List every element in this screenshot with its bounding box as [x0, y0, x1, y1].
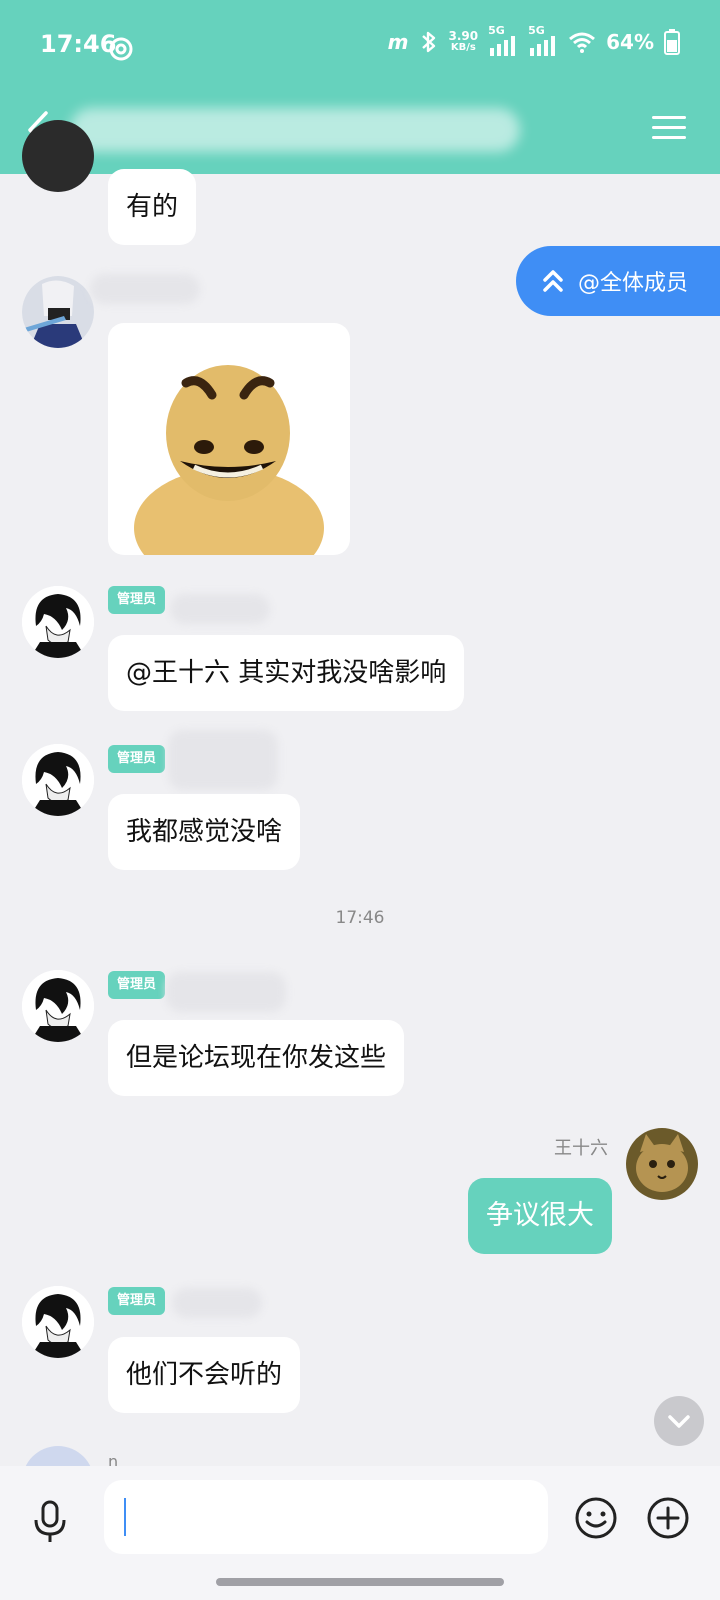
scroll-to-bottom-button[interactable]: [654, 1396, 704, 1446]
at-all-label: @全体成员: [578, 271, 689, 296]
plus-icon[interactable]: [646, 1496, 690, 1540]
menu-button[interactable]: [652, 109, 686, 146]
avatar-image: [626, 1128, 698, 1200]
message-bubble[interactable]: 但是论坛现在你发这些: [108, 1020, 405, 1096]
sticker-image[interactable]: [108, 323, 350, 555]
avatar[interactable]: [626, 1128, 698, 1200]
message-bubble[interactable]: 他们不会听的: [108, 1337, 301, 1413]
message-bubble[interactable]: 争议很大: [468, 1178, 612, 1254]
text-cursor: [124, 1498, 126, 1536]
double-chevron-up-icon: [543, 270, 563, 292]
avatar[interactable]: [22, 970, 94, 1042]
admin-badge: 管理员: [108, 586, 166, 614]
chat-title: [70, 108, 520, 152]
menu-line: [652, 126, 686, 129]
signal-1: 5G: [488, 24, 518, 56]
chevron-down-icon: [668, 1415, 690, 1428]
battery-percent: 64%: [606, 30, 654, 54]
message-bubble[interactable]: @王十六 其实对我没啥影响: [108, 635, 465, 711]
message-bubble[interactable]: 我都感觉没啥: [108, 794, 301, 870]
sticker-graphic: [134, 365, 324, 555]
battery-icon: [664, 29, 680, 55]
nfc-icon: m: [387, 30, 409, 54]
avatar-image: [22, 586, 94, 658]
avatar-image: [22, 744, 94, 816]
sender-name: 王十六: [554, 1138, 608, 1159]
menu-line: [652, 136, 686, 139]
avatar[interactable]: [22, 1286, 94, 1358]
admin-badge: 管理员: [108, 745, 166, 773]
sender-name: [172, 1288, 262, 1318]
sender-name: [170, 594, 270, 624]
time-divider: 17:46: [335, 908, 385, 928]
message-bubble[interactable]: 有的: [108, 169, 197, 245]
signal-2: 5G: [528, 24, 558, 56]
sender-name: [168, 730, 278, 790]
microphone-icon[interactable]: [32, 1500, 68, 1544]
emoji-icon[interactable]: [574, 1496, 618, 1540]
chat-header: 17:46 m 3.90 KB/s 5G 5G 64%: [0, 0, 720, 174]
avatar-image: [22, 970, 94, 1042]
home-indicator[interactable]: [216, 1578, 504, 1586]
avatar-image: [22, 276, 94, 348]
net-speed: 3.90 KB/s: [449, 30, 479, 54]
admin-badge: 管理员: [108, 1287, 166, 1315]
menu-line: [652, 116, 686, 119]
avatar[interactable]: [22, 276, 94, 348]
net-speed-unit: KB/s: [450, 42, 476, 53]
avatar[interactable]: [22, 586, 94, 658]
sync-icon: [109, 37, 133, 61]
admin-badge: 管理员: [108, 971, 166, 999]
avatar-image: [22, 1286, 94, 1358]
wifi-icon: [569, 32, 596, 53]
signal-bars-icon: [530, 36, 556, 56]
bluetooth-icon: [421, 31, 435, 53]
sender-name: [166, 972, 286, 1012]
status-icons: m 3.90 KB/s 5G 5G 64%: [387, 24, 680, 56]
avatar[interactable]: [22, 120, 94, 192]
avatar[interactable]: [22, 744, 94, 816]
signal-bars-icon: [490, 36, 516, 56]
at-all-button[interactable]: @全体成员: [516, 246, 720, 316]
message-input[interactable]: [104, 1480, 548, 1554]
status-time: 17:46: [40, 30, 117, 58]
net-speed-value: 3.90: [448, 29, 479, 43]
sender-name: [90, 274, 200, 304]
